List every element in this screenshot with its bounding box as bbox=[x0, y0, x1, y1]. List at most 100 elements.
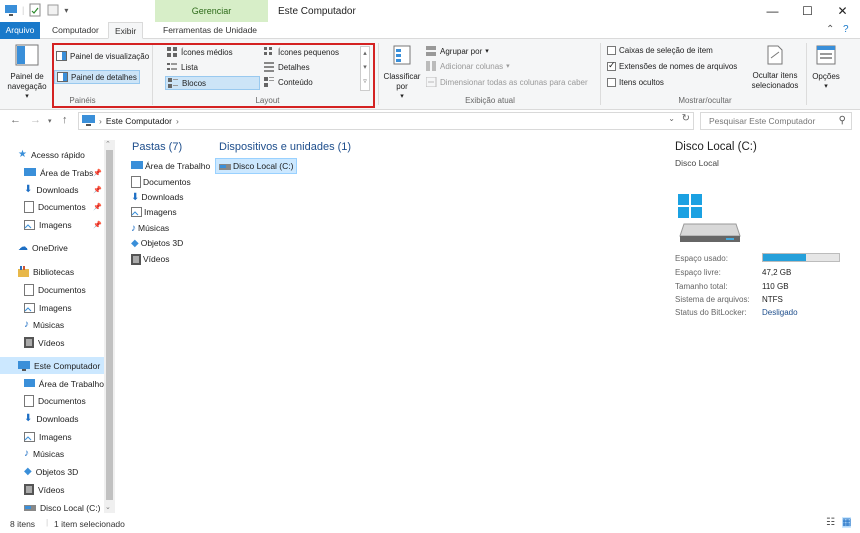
details-subtitle: Disco Local bbox=[675, 158, 719, 168]
detail-value-bitlocker[interactable]: Desligado bbox=[762, 308, 798, 317]
computer-icon[interactable] bbox=[4, 3, 18, 17]
nav-item-onedrive[interactable]: ☁ OneDrive bbox=[18, 239, 116, 256]
detail-label-sistema-arquivos: Sistema de arquivos: bbox=[675, 295, 750, 304]
scroll-down-icon[interactable]: ⌄ bbox=[105, 503, 111, 511]
folder-documentos[interactable]: Documentos bbox=[131, 175, 191, 189]
item-checkboxes-toggle[interactable]: Caixas de seleção de item bbox=[607, 46, 713, 55]
checkbox[interactable] bbox=[607, 46, 616, 55]
chevron-down-icon: ▾ bbox=[400, 93, 404, 100]
tab-ferramentas-de-unidade[interactable]: Ferramentas de Unidade bbox=[157, 22, 263, 39]
size-columns-button[interactable]: Dimensionar todas as colunas para caber bbox=[426, 77, 588, 87]
search-icon[interactable]: ⚲ bbox=[839, 113, 846, 129]
folder-videos[interactable]: Vídeos bbox=[131, 252, 169, 266]
nav-item-pc-objetos-3d[interactable]: ◆ Objetos 3D bbox=[24, 463, 104, 480]
back-arrow-icon[interactable]: ← bbox=[10, 114, 21, 126]
forward-arrow-icon[interactable]: → bbox=[30, 114, 41, 126]
address-dropdown-icon[interactable]: ⌄ bbox=[668, 114, 675, 123]
folder-musicas[interactable]: ♪ Músicas bbox=[131, 221, 169, 235]
size-columns-icon bbox=[426, 77, 437, 87]
new-folder-icon[interactable] bbox=[46, 3, 60, 17]
download-icon: ⬇ bbox=[24, 413, 33, 424]
nav-item-acesso-rapido[interactable]: ★ Acesso rápido bbox=[18, 146, 116, 163]
nav-scrollbar-thumb[interactable] bbox=[106, 150, 113, 500]
tab-arquivo[interactable]: Arquivo bbox=[0, 22, 40, 39]
address-row: ← → ▾ ↑ › Este Computador › ⌄ ↻ Pesquisa… bbox=[0, 110, 860, 132]
chevron-down-icon: ▾ bbox=[824, 83, 828, 90]
up-arrow-icon[interactable]: ↑ bbox=[62, 114, 68, 126]
nav-item-lib-imagens[interactable]: Imagens bbox=[24, 299, 104, 316]
cube-icon: ◆ bbox=[131, 237, 139, 249]
nav-item-este-computador[interactable]: Este Computador bbox=[0, 357, 104, 374]
address-bar[interactable]: › Este Computador › ⌄ ↻ bbox=[78, 112, 694, 130]
contextual-tab-gerenciar[interactable]: Gerenciar bbox=[155, 0, 268, 22]
refresh-icon[interactable]: ↻ bbox=[682, 113, 690, 124]
nav-item-pc-documentos[interactable]: Documentos bbox=[24, 392, 104, 409]
nav-item-label: Músicas bbox=[33, 319, 65, 330]
nav-item-pc-area-de-trabalho[interactable]: Área de Trabalho bbox=[24, 375, 104, 392]
nav-item-pc-disco-local[interactable]: Disco Local (C:) bbox=[24, 499, 104, 513]
checkbox[interactable] bbox=[607, 78, 616, 87]
add-columns-button[interactable]: Adicionar colunas ▾ bbox=[426, 61, 510, 71]
details-view-icon[interactable]: ☷ bbox=[826, 517, 835, 528]
help-icon[interactable]: ? bbox=[843, 24, 849, 35]
hide-selected-button[interactable]: Ocultar itens selecionados bbox=[747, 44, 803, 91]
nav-item-documentos[interactable]: Documentos 📌 bbox=[24, 198, 104, 215]
nav-item-downloads[interactable]: ⬇ Downloads 📌 bbox=[24, 181, 104, 198]
folder-downloads[interactable]: ⬇ Downloads bbox=[131, 190, 183, 204]
nav-item-area-de-trabalho[interactable]: Área de Trabs 📌 bbox=[24, 164, 104, 181]
folder-objetos-3d[interactable]: ◆ Objetos 3D bbox=[131, 236, 183, 250]
status-divider: | bbox=[46, 517, 49, 527]
nav-item-lib-documentos[interactable]: Documentos bbox=[24, 281, 104, 298]
image-icon bbox=[24, 302, 35, 313]
tab-computador[interactable]: Computador bbox=[46, 22, 105, 39]
group-header-dispositivos[interactable]: Dispositivos e unidades (1) bbox=[219, 141, 351, 153]
nav-item-lib-musicas[interactable]: ♪ Músicas bbox=[24, 316, 104, 333]
address-path[interactable]: Este Computador bbox=[106, 116, 172, 126]
nav-item-pc-downloads[interactable]: ⬇ Downloads bbox=[24, 410, 104, 427]
quick-access-toolbar: | ▾ bbox=[4, 3, 68, 17]
folder-imagens[interactable]: Imagens bbox=[131, 205, 177, 219]
nav-item-imagens[interactable]: Imagens 📌 bbox=[24, 216, 104, 233]
download-icon: ⬇ bbox=[24, 184, 33, 195]
close-button[interactable]: ✕ bbox=[825, 0, 860, 22]
tab-exibir[interactable]: Exibir bbox=[108, 22, 144, 39]
details-title: Disco Local (C:) bbox=[675, 141, 757, 153]
nav-item-pc-videos[interactable]: Vídeos bbox=[24, 481, 104, 498]
nav-item-bibliotecas[interactable]: Bibliotecas bbox=[18, 263, 116, 280]
tiles-view-icon[interactable]: ▦ bbox=[842, 517, 852, 528]
file-extensions-toggle[interactable]: Extensões de nomes de arquivos bbox=[607, 60, 737, 71]
collapse-ribbon-icon[interactable]: ⌃ bbox=[826, 24, 834, 35]
minimize-button[interactable]: — bbox=[755, 0, 790, 22]
computer-icon bbox=[18, 360, 30, 371]
options-button[interactable]: Opções ▾ bbox=[810, 44, 842, 92]
highlight-box bbox=[52, 43, 375, 108]
properties-icon[interactable] bbox=[28, 3, 42, 17]
group-by-button[interactable]: Agrupar por ▾ bbox=[426, 46, 489, 56]
scroll-up-icon[interactable]: ⌃ bbox=[105, 140, 111, 148]
breadcrumb-separator-icon[interactable]: › bbox=[99, 116, 102, 126]
folder-area-de-trabalho[interactable]: Área de Trabalho bbox=[131, 159, 210, 173]
search-input[interactable]: Pesquisar Este Computador ⚲ bbox=[700, 112, 852, 130]
recent-locations-icon[interactable]: ▾ bbox=[48, 117, 52, 125]
folder-label: Imagens bbox=[144, 207, 177, 217]
group-by-label: Agrupar por bbox=[440, 46, 483, 56]
nav-item-pc-musicas[interactable]: ♪ Músicas bbox=[24, 445, 104, 462]
checkbox-checked[interactable] bbox=[607, 60, 616, 71]
maximize-button[interactable]: ☐ bbox=[790, 0, 825, 22]
pin-icon: 📌 bbox=[93, 186, 102, 194]
detail-label-tamanho-total: Tamanho total: bbox=[675, 282, 728, 291]
sort-by-button[interactable]: Classificar por ▾ bbox=[382, 44, 422, 102]
folder-label: Músicas bbox=[138, 223, 170, 233]
customize-toolbar-icon[interactable]: ▾ bbox=[64, 6, 68, 15]
nav-item-pc-imagens[interactable]: Imagens bbox=[24, 428, 104, 445]
nav-pane-button[interactable]: Painel de navegação ▾ bbox=[6, 44, 48, 102]
drive-disco-local[interactable]: Disco Local (C:) bbox=[215, 158, 298, 174]
nav-item-label: Este Computador bbox=[34, 360, 101, 371]
breadcrumb-separator-icon[interactable]: › bbox=[176, 116, 179, 126]
hidden-items-toggle[interactable]: Itens ocultos bbox=[607, 78, 664, 87]
star-icon: ★ bbox=[18, 149, 27, 160]
chevron-down-icon: ▾ bbox=[25, 93, 29, 100]
nav-item-lib-videos[interactable]: Vídeos bbox=[24, 334, 104, 351]
nav-item-label: Documentos bbox=[38, 284, 86, 295]
group-header-pastas[interactable]: Pastas (7) bbox=[132, 141, 182, 153]
